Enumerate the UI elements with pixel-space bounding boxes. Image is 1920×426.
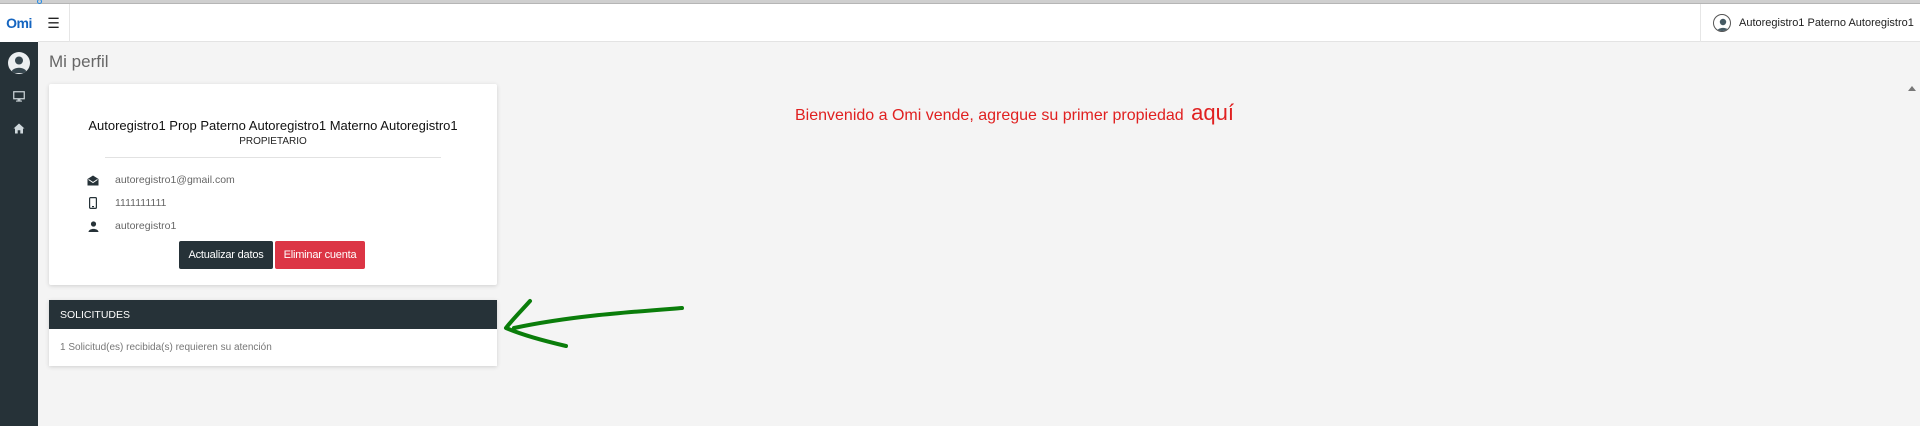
add-property-link[interactable]: aquí: [1191, 100, 1234, 125]
user-avatar-icon: [1713, 14, 1731, 32]
mobile-phone-icon: [87, 197, 99, 209]
profile-email: autoregistro1@gmail.com: [115, 174, 235, 186]
requests-message[interactable]: 1 Solicitud(es) recibida(s) requieren su…: [60, 342, 272, 353]
delete-account-button[interactable]: Eliminar cuenta: [275, 241, 365, 269]
welcome-text: Bienvenido a Omi vende, agregue su prime…: [795, 107, 1184, 124]
user-icon: [87, 220, 99, 232]
scroll-up-icon[interactable]: [1908, 86, 1916, 91]
profile-full-name: Autoregistro1 Prop Paterno Autoregistro1…: [88, 118, 458, 133]
page-title: Mi perfil: [49, 52, 109, 71]
phone-row: 1111111111: [87, 196, 166, 210]
logo-text: Omi: [6, 15, 32, 31]
annotation-arrow-icon: [504, 299, 684, 348]
logo[interactable]: Omi: [0, 0, 42, 42]
home-icon[interactable]: [11, 120, 27, 136]
email-row: autoregistro1@gmail.com: [87, 173, 235, 187]
profile-role: PROPIETARIO: [239, 136, 307, 147]
user-menu[interactable]: Autoregistro1 Paterno Autoregistro1: [1700, 4, 1920, 42]
top-bar: ☰ Autoregistro1 Paterno Autoregistro1: [38, 4, 1920, 42]
user-name: Autoregistro1 Paterno Autoregistro1: [1739, 17, 1914, 29]
welcome-message: Bienvenido a Omi vende, agregue su prime…: [795, 100, 1234, 126]
profile-divider: [105, 157, 441, 158]
profile-username: autoregistro1: [115, 220, 177, 232]
profile-phone: 1111111111: [115, 197, 167, 209]
sidebar: Omi: [0, 0, 42, 426]
monitor-icon[interactable]: [11, 88, 27, 104]
sidebar-avatar-icon[interactable]: [8, 52, 30, 74]
requests-card: SOLICITUDES 1 Solicitud(es) recibida(s) …: [49, 300, 497, 366]
requests-header: SOLICITUDES: [49, 300, 497, 329]
update-profile-button[interactable]: Actualizar datos: [179, 241, 273, 269]
hamburger-menu-icon[interactable]: ☰: [38, 4, 70, 42]
username-row: autoregistro1: [87, 219, 176, 233]
profile-card: Autoregistro1 Prop Paterno Autoregistro1…: [49, 84, 497, 285]
envelope-icon: [87, 174, 99, 186]
